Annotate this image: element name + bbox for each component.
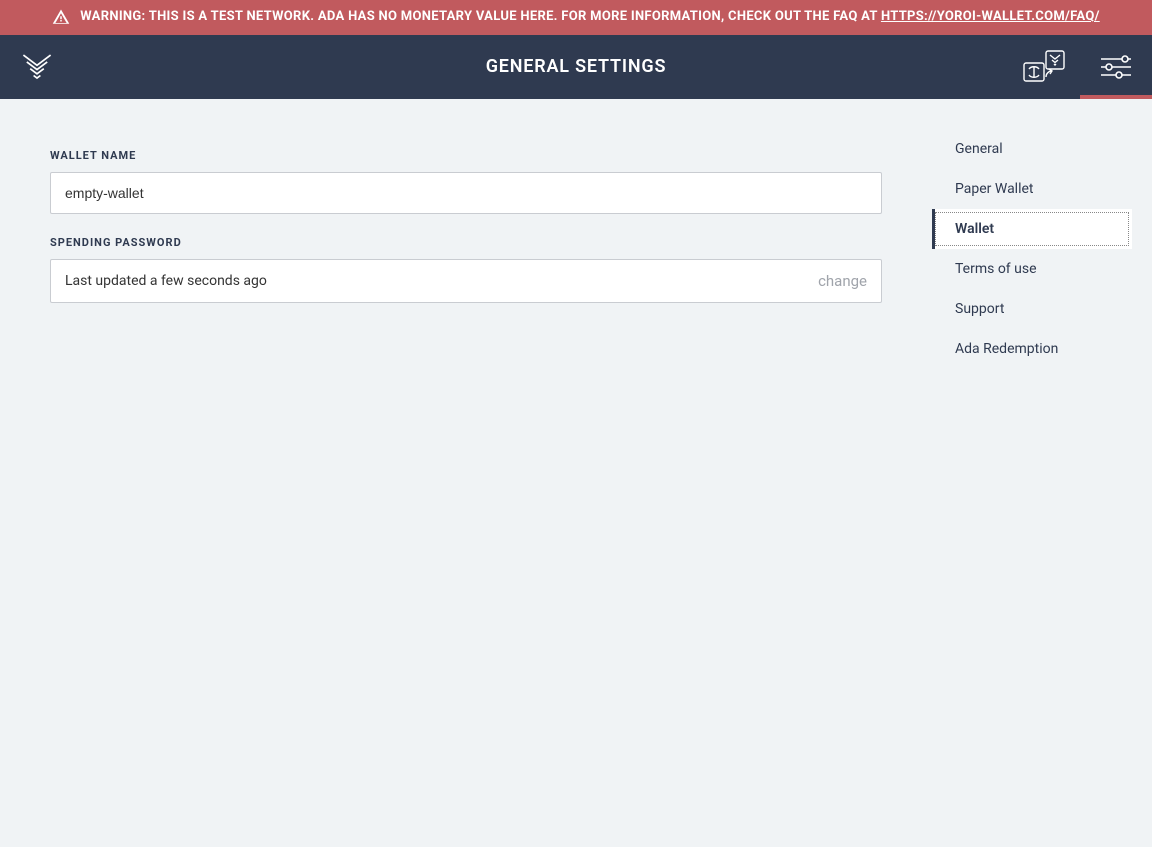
settings-sidebar: General Paper Wallet Wallet Terms of use… xyxy=(932,119,1132,812)
sidebar-item-ada-redemption[interactable]: Ada Redemption xyxy=(932,329,1132,369)
sidebar-item-general[interactable]: General xyxy=(932,129,1132,169)
change-password-link[interactable]: change xyxy=(818,272,867,290)
sidebar-item-label: Wallet xyxy=(955,221,994,237)
sidebar-item-paper-wallet[interactable]: Paper Wallet xyxy=(932,169,1132,209)
faq-link[interactable]: HTTPS://YOROI-WALLET.COM/FAQ/ xyxy=(881,9,1100,24)
spending-password-row: Last updated a few seconds ago change xyxy=(50,259,882,303)
yoroi-logo-icon[interactable] xyxy=(20,50,54,84)
page-title: GENERAL SETTINGS xyxy=(486,56,667,77)
warning-prefix: WARNING: THIS IS A TEST NETWORK. ADA HAS… xyxy=(80,9,881,24)
sidebar-item-terms-of-use[interactable]: Terms of use xyxy=(932,249,1132,289)
header-actions xyxy=(1008,35,1152,99)
wallet-name-input[interactable] xyxy=(50,172,882,214)
settings-button[interactable] xyxy=(1080,35,1152,99)
sidebar-item-label: Support xyxy=(955,301,1004,317)
sidebar-item-label: Paper Wallet xyxy=(955,181,1034,197)
spending-password-status: Last updated a few seconds ago xyxy=(65,273,267,289)
daedalus-transfer-button[interactable] xyxy=(1008,35,1080,99)
sidebar-item-wallet[interactable]: Wallet xyxy=(932,209,1132,249)
sidebar-item-support[interactable]: Support xyxy=(932,289,1132,329)
sidebar-item-label: Ada Redemption xyxy=(955,341,1058,357)
warning-text: WARNING: THIS IS A TEST NETWORK. ADA HAS… xyxy=(80,7,1099,28)
spending-password-label: SPENDING PASSWORD xyxy=(50,236,882,249)
content-area: WALLET NAME SPENDING PASSWORD Last updat… xyxy=(0,99,1152,832)
sidebar-item-label: Terms of use xyxy=(955,261,1037,277)
wallet-name-label: WALLET NAME xyxy=(50,149,882,162)
test-network-warning-bar: WARNING: THIS IS A TEST NETWORK. ADA HAS… xyxy=(0,0,1152,35)
spending-password-field-group: SPENDING PASSWORD Last updated a few sec… xyxy=(50,236,882,303)
wallet-name-field-group: WALLET NAME xyxy=(50,149,882,214)
wallet-settings-card: WALLET NAME SPENDING PASSWORD Last updat… xyxy=(20,119,912,375)
sidebar-item-label: General xyxy=(955,141,1003,157)
app-header: GENERAL SETTINGS xyxy=(0,35,1152,99)
warning-icon xyxy=(52,8,70,26)
